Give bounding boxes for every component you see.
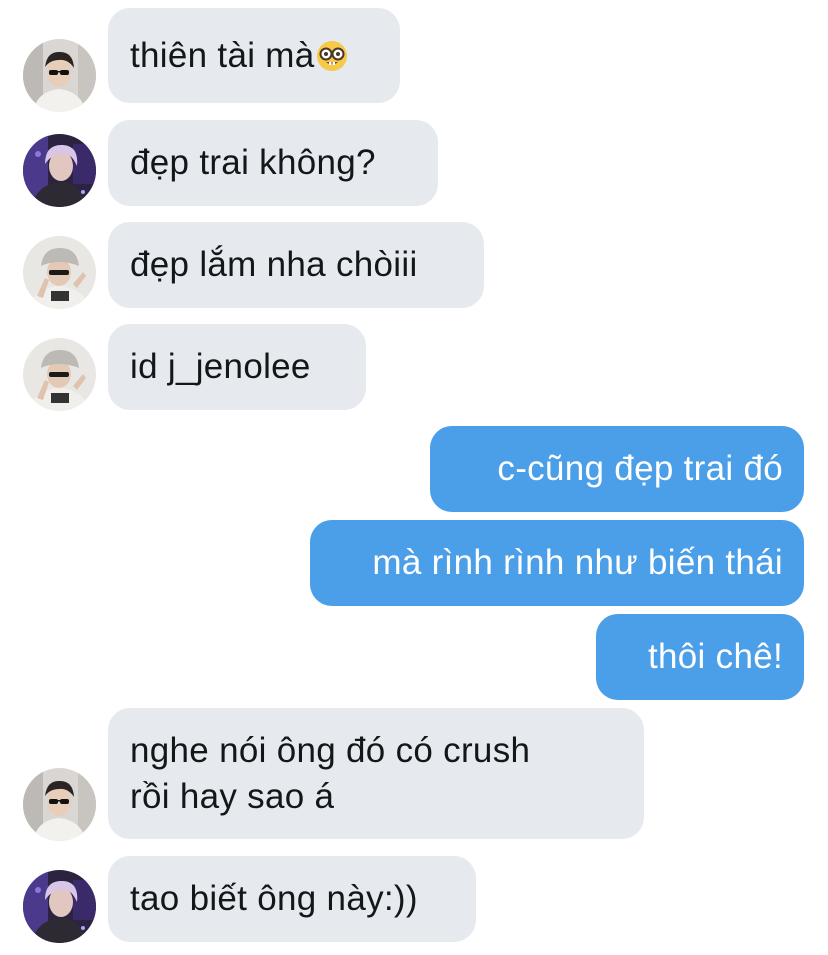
message-text: thôi chê! <box>647 637 783 676</box>
message-bubble[interactable]: đẹp trai không? <box>108 120 438 206</box>
message-bubble[interactable]: mà rình rình như biến thái <box>310 520 804 606</box>
message-bubble[interactable]: id j_jenolee <box>108 324 366 410</box>
message-bubble[interactable]: tao biết ông này:)) <box>108 856 476 942</box>
avatar-cap-peace[interactable] <box>23 236 96 309</box>
avatar-cap-peace[interactable] <box>23 338 96 411</box>
nerd-face-emoji <box>316 41 347 71</box>
avatar-dark-sunglasses[interactable] <box>23 768 96 841</box>
message-text: mà rình rình như biến thái <box>372 543 783 582</box>
message-text-line: nghe nói ông đó có crush <box>130 731 531 770</box>
message-bubble[interactable]: thôi chê! <box>596 614 804 700</box>
message-text: đẹp lắm nha chòiii <box>130 245 418 284</box>
message-text: đẹp trai không? <box>130 143 376 182</box>
message-text-line: rồi hay sao á <box>130 777 335 816</box>
chat-thread: thiên tài mà đẹp trai không? đẹp lắm nha… <box>0 0 828 955</box>
avatar-purple-hair[interactable] <box>23 870 96 943</box>
message-bubble[interactable]: đẹp lắm nha chòiii <box>108 222 484 308</box>
message-text: thiên tài mà <box>130 36 315 75</box>
avatar-dark-sunglasses[interactable] <box>23 39 96 112</box>
message-text: tao biết ông này:)) <box>130 879 418 918</box>
message-bubble[interactable]: c-cũng đẹp trai đó <box>430 426 804 512</box>
message-bubble[interactable]: thiên tài mà <box>108 8 400 103</box>
message-bubble[interactable]: nghe nói ông đó có crush rồi hay sao á <box>108 708 644 839</box>
message-text: c-cũng đẹp trai đó <box>497 449 783 488</box>
message-text: id j_jenolee <box>130 347 311 386</box>
avatar-purple-hair[interactable] <box>23 134 96 207</box>
